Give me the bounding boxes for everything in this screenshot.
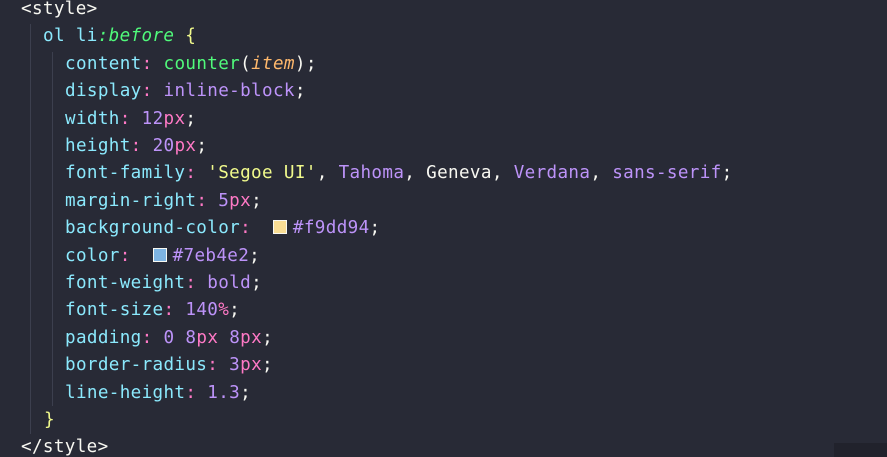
- css-number: 1.3: [207, 382, 241, 403]
- css-color-value: #f9dd94: [292, 218, 370, 239]
- code-line[interactable]: color: #7eb4e2;: [0, 243, 260, 270]
- css-function: counter: [163, 53, 241, 74]
- css-number: 5: [218, 190, 230, 211]
- css-pseudo-element: :before: [97, 26, 175, 47]
- code-line[interactable]: line-height: 1.3;: [0, 380, 251, 407]
- code-line[interactable]: ol li:before {: [0, 23, 196, 50]
- css-property: width: [65, 108, 120, 129]
- css-property: height: [65, 136, 131, 156]
- css-property: display: [65, 81, 142, 102]
- css-unit: px: [240, 355, 263, 376]
- css-number: 140: [185, 300, 219, 321]
- css-property: content: [65, 53, 142, 74]
- css-property: background-color: [65, 218, 241, 239]
- css-value: Tahoma: [338, 163, 405, 184]
- css-unit: px: [196, 327, 219, 348]
- code-line[interactable]: font-family: 'Segoe UI', Tahoma, Geneva,…: [0, 160, 733, 187]
- css-unit: px: [229, 190, 252, 211]
- css-property: margin-right: [65, 190, 197, 211]
- css-property: color: [65, 245, 120, 266]
- color-swatch-icon[interactable]: [152, 247, 167, 262]
- css-property: padding: [65, 327, 142, 348]
- code-line[interactable]: background-color: #f9dd94;: [0, 215, 380, 242]
- css-number: 0: [163, 327, 175, 348]
- code-line[interactable]: }: [0, 407, 55, 434]
- css-property: border-radius: [65, 355, 208, 376]
- css-unit: px: [240, 327, 263, 348]
- code-line[interactable]: margin-right: 5px;: [0, 188, 262, 215]
- css-value: bold: [207, 273, 252, 293]
- css-property: font-size: [65, 300, 164, 321]
- style-open-tag: <style>: [21, 0, 98, 19]
- css-number: 20: [152, 136, 175, 156]
- css-property: font-weight: [65, 273, 186, 293]
- code-line[interactable]: padding: 0 8px 8px;: [0, 325, 273, 352]
- css-number: 12: [141, 108, 164, 129]
- css-value: inline-block: [163, 81, 295, 102]
- code-line[interactable]: content: counter(item);: [0, 51, 317, 78]
- css-number: 8: [185, 327, 197, 348]
- code-line[interactable]: font-size: 140%;: [0, 297, 240, 324]
- color-swatch-icon[interactable]: [272, 220, 287, 235]
- code-line[interactable]: font-weight: bold;: [0, 270, 262, 297]
- code-line[interactable]: height: 20px;: [0, 133, 207, 160]
- style-close-tag: </style>: [21, 437, 109, 457]
- code-line[interactable]: </style>: [0, 434, 109, 457]
- css-unit: px: [163, 108, 186, 129]
- css-value: Geneva: [426, 163, 492, 184]
- css-number: 8: [229, 327, 241, 348]
- css-selector: ol li: [43, 26, 98, 47]
- css-number: 3: [229, 355, 241, 376]
- open-brace: {: [185, 26, 197, 47]
- css-value: Verdana: [513, 163, 591, 184]
- code-line[interactable]: display: inline-block;: [0, 78, 306, 105]
- css-unit: %: [218, 300, 230, 321]
- code-editor[interactable]: <style> ol li:before { content: counter(…: [0, 0, 887, 457]
- scrollbar-corner: [834, 443, 887, 457]
- css-property: font-family: [65, 163, 186, 184]
- code-line[interactable]: border-radius: 3px;: [0, 352, 273, 379]
- css-function-arg: item: [251, 53, 295, 74]
- css-property: line-height: [65, 382, 186, 403]
- css-value: sans-serif: [612, 163, 722, 184]
- css-unit: px: [174, 136, 197, 156]
- css-string: 'Segoe UI': [207, 163, 317, 184]
- code-line[interactable]: <style>: [0, 0, 98, 23]
- css-color-value: #7eb4e2: [172, 245, 250, 266]
- code-line[interactable]: width: 12px;: [0, 106, 196, 133]
- close-brace: }: [44, 410, 55, 430]
